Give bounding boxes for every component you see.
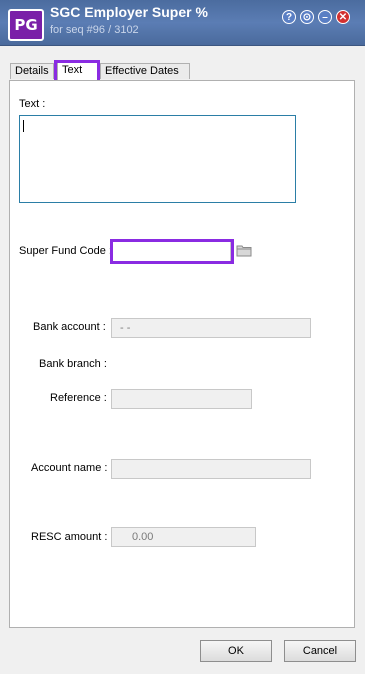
window-subtitle: for seq #96 / 3102 [50,24,139,36]
reference-field [111,389,252,409]
resc-amount-label: RESC amount : [31,531,108,543]
bank-branch-label: Bank branch : [39,358,107,370]
account-name-field [111,459,311,479]
tab-text[interactable]: Text [57,62,100,80]
ok-button[interactable]: OK [200,640,272,662]
app-logo: PG [8,9,44,41]
super-fund-code-label: Super Fund Code : [19,245,112,257]
minimize-icon[interactable]: – [318,10,332,24]
help-icon[interactable]: ? [282,10,296,24]
window-title: SGC Employer Super % [50,4,208,20]
tab-effective-dates[interactable]: Effective Dates [100,63,190,79]
reference-label: Reference : [50,392,107,404]
close-icon[interactable]: ✕ [336,10,350,24]
super-fund-code-input[interactable] [112,241,231,262]
account-name-label: Account name : [31,462,108,474]
resc-amount-field: 0.00 [111,527,256,547]
text-area[interactable] [19,115,296,203]
browse-folder-icon[interactable] [236,243,252,257]
bank-account-field: - - [111,318,311,338]
text-caret [23,120,24,132]
bank-account-label: Bank account : [33,321,106,333]
title-bar: PG SGC Employer Super % for seq #96 / 31… [0,0,365,46]
text-label: Text : [19,98,46,110]
tab-details[interactable]: Details [10,63,54,79]
options-icon[interactable]: ⊙ [300,10,314,24]
cancel-button[interactable]: Cancel [284,640,356,662]
